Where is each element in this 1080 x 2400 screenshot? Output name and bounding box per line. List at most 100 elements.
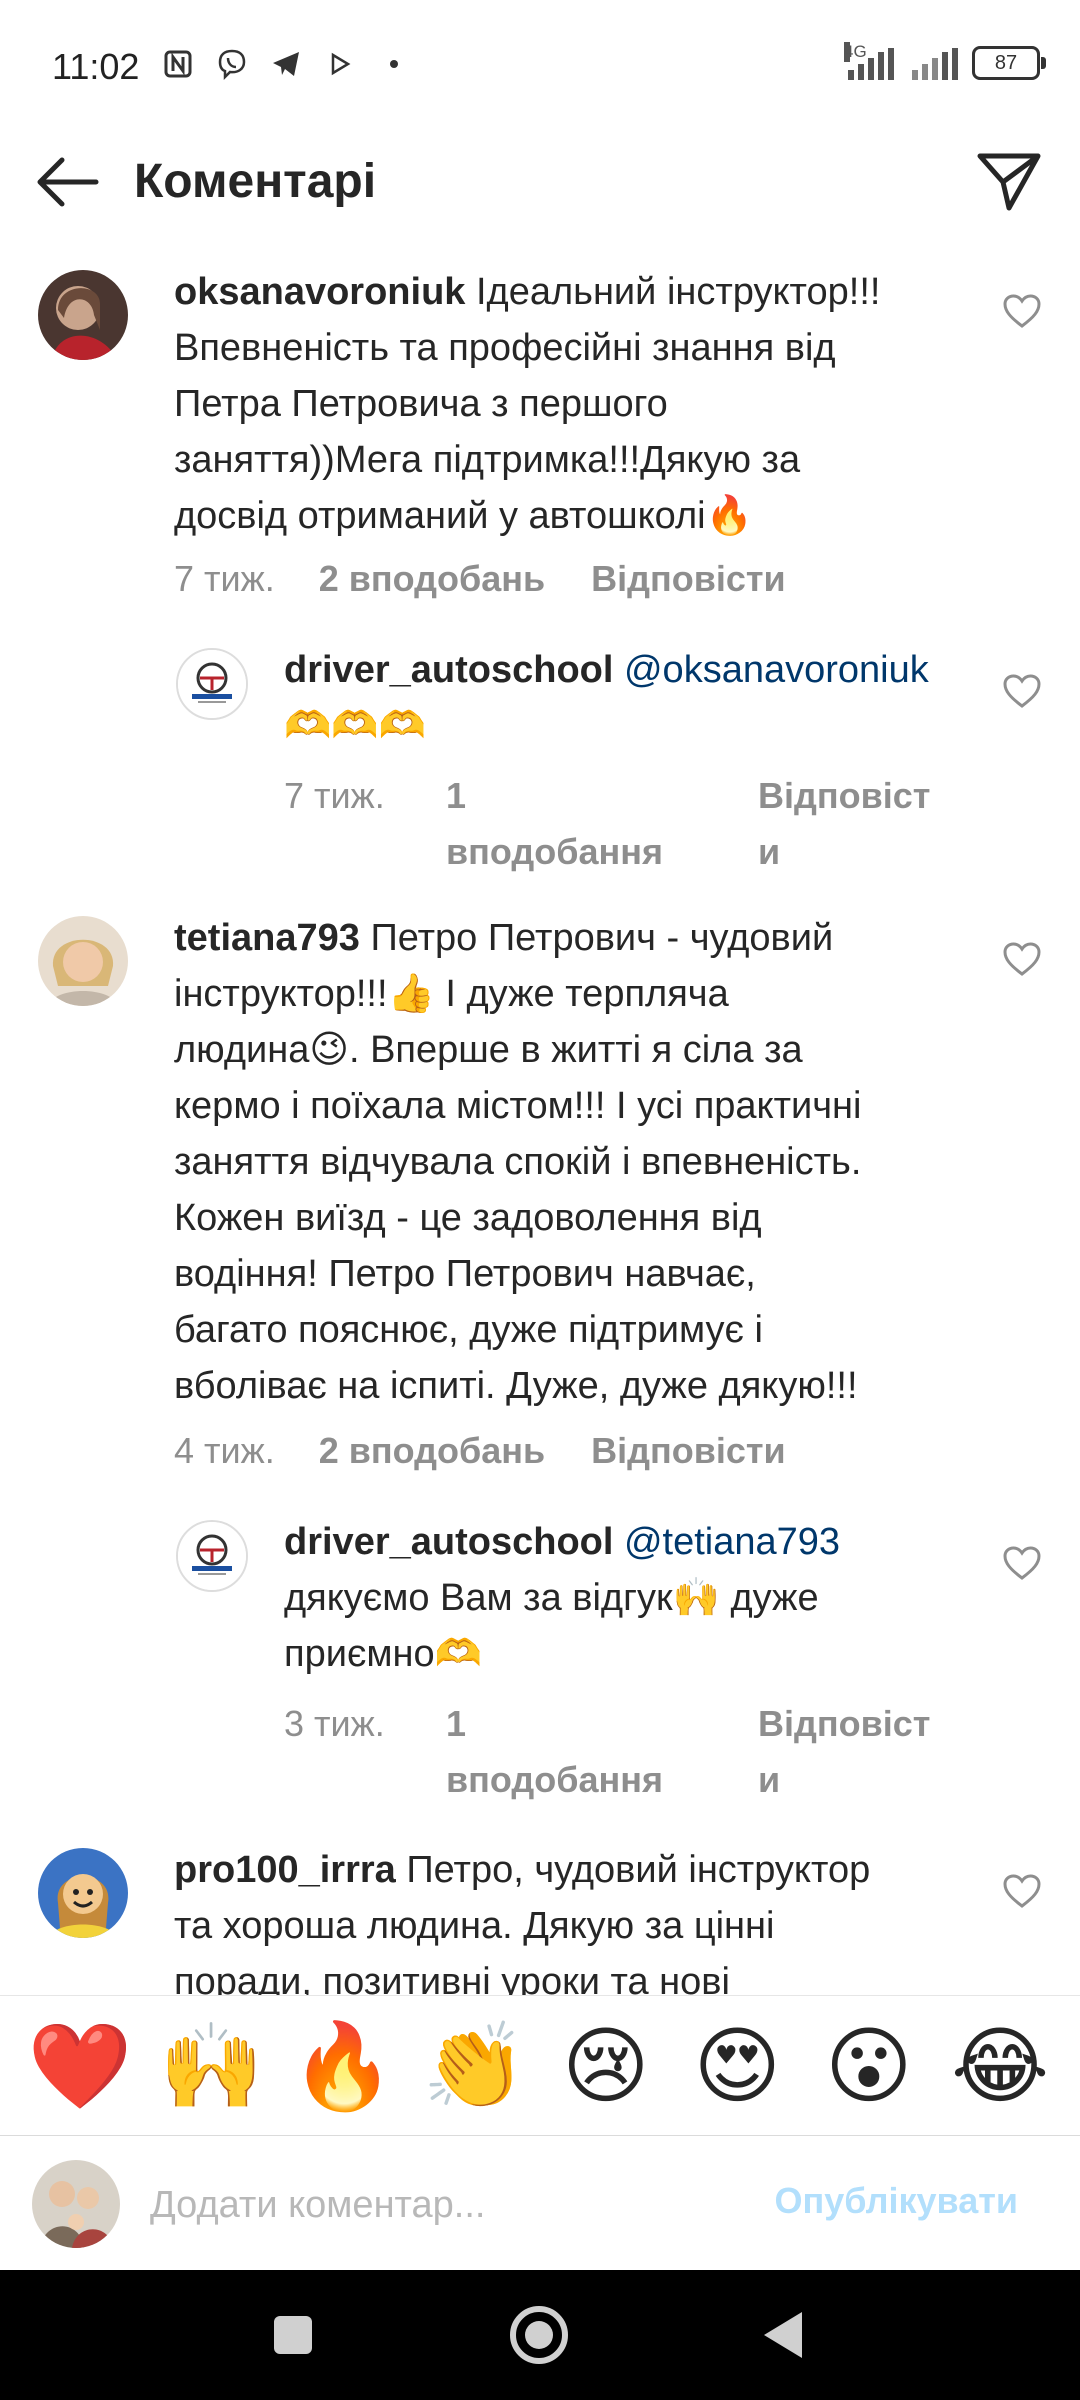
likes-count[interactable]: 1 вподобання [446,768,758,880]
avatar[interactable] [176,1520,248,1592]
comment-line: Кожен виїзд - це задоволення від [174,1197,762,1239]
comment-line: досвід отриманий у автошколі🔥 [174,495,753,537]
comment-time: 4 тиж. [174,1430,275,1471]
back-triangle-icon[interactable] [750,2300,820,2370]
comment-meta: 7 тиж. 1 вподобання Відповіст и [284,768,930,880]
reaction-surprised[interactable]: 😮 [814,2021,924,2111]
comment-line: та хороша людина. Дякую за цінні [174,1905,775,1947]
reaction-clap[interactable]: 👏 [419,2021,529,2111]
likes-count-number: 1 [446,775,467,816]
comment-text: tetiana793 Петро Петрович - чудовий інст… [174,910,974,1414]
comment-line: кермо і поїхала містом!!! І усі практичн… [174,1085,862,1127]
likes-count[interactable]: 1 вподобання [446,1696,758,1808]
system-indicators: 4G 87 [844,42,1046,80]
comment-username[interactable]: oksanavoroniuk [174,271,465,313]
reaction-crying[interactable]: 😢 [551,2021,661,2111]
comment-line: людина😉. Вперше в житті я сіла за [174,1029,803,1071]
comment-line: Ідеальний інструктор!!! [465,271,881,313]
comment-line: водіння! Петро Петрович навчає, [174,1253,756,1295]
comment-input[interactable] [148,2172,712,2238]
avatar[interactable] [176,648,248,720]
reply-label-part: Відповіст [758,775,931,816]
viber-icon [212,44,252,84]
comment-time: 7 тиж. [174,558,275,599]
comment-line: Петра Петровича з першого [174,383,668,425]
comment-line: інструктор!!!👍 І дуже терпляча [174,973,729,1015]
likes-count-label: вподобання [446,831,663,872]
comment-line: Петро, чудовий інструктор [395,1849,871,1891]
publish-button[interactable]: Опублікувати [775,2180,1018,2222]
comments-list[interactable]: oksanavoroniuk Ідеальний інструктор!!! В… [0,240,1080,1995]
status-bar: 11:02 4G 87 [0,0,1080,130]
network-type: 4G [844,42,867,62]
notification-icons [158,44,414,84]
battery-icon: 87 [972,46,1046,80]
reply-label-part: и [758,831,781,872]
reaction-raising-hands[interactable]: 🙌 [156,2021,266,2111]
comment-username[interactable]: tetiana793 [174,917,360,959]
avatar[interactable] [38,1848,128,1938]
signal-icon: 4G [844,42,894,80]
comment-username[interactable]: driver_autoschool [284,649,613,691]
likes-count[interactable]: 2 вподобань [319,1430,545,1472]
comment-text: driver_autoschool @oksanavoroniuk 🫶🫶🫶 [284,642,984,754]
comment-meta: 3 тиж. 1 вподобання Відповіст и [284,1696,930,1808]
signal-icon-2 [908,46,958,80]
reaction-heart-eyes[interactable]: 😍 [682,2021,792,2111]
comment-line: багато пояснює, дуже підтримує і [174,1309,763,1351]
play-icon [320,44,360,84]
quick-reactions-bar: ❤️ 🙌 🔥 👏 😢 😍 😮 😂 [0,1995,1080,2135]
comment-line: поради, позитивні уроки та нові [174,1961,730,1995]
reaction-laughing[interactable]: 😂 [945,2021,1055,2111]
direct-share-icon[interactable] [974,146,1044,216]
reaction-fire[interactable]: 🔥 [288,2021,398,2111]
telegram-icon [266,44,306,84]
like-heart-icon[interactable] [1002,1872,1042,1912]
mention-link[interactable]: @tetiana793 [613,1521,840,1563]
comment-line: заняття відчувала спокій і впевненість. [174,1141,862,1183]
back-arrow-icon[interactable] [32,152,102,212]
reply-label-part: и [758,1759,781,1800]
comment-line: Впевненість та професійні знання від [174,327,836,369]
likes-count-label: вподобання [446,1759,663,1800]
status-time: 11:02 [52,46,140,87]
comment-line: заняття))Мега підтримка!!!Дякую за [174,439,801,481]
avatar[interactable] [38,270,128,360]
comment-text: pro100_irrra Петро, чудовий інструктор т… [174,1842,974,1995]
comment-username[interactable]: driver_autoschool [284,1521,613,1563]
comment-meta: 4 тиж. 2 вподобань Відповісти [174,1430,786,1472]
avatar[interactable] [38,916,128,1006]
comment-line: вболіває на іспиті. Дуже, дуже дякую!!! [174,1365,858,1407]
like-heart-icon[interactable] [1002,672,1042,712]
comment-line: дякуємо Вам за відгук🙌 дуже [284,1577,819,1619]
like-heart-icon[interactable] [1002,1544,1042,1584]
reply-button[interactable]: Відповісти [591,558,786,600]
comment-line: 🫶🫶🫶 [284,705,426,747]
comment-text: driver_autoschool @tetiana793 дякуємо Ва… [284,1514,984,1682]
like-heart-icon[interactable] [1002,292,1042,332]
dot-icon [374,44,414,84]
reply-button[interactable]: Відповіст и [758,768,930,880]
likes-count-number: 1 [446,1703,467,1744]
comment-line: приємно🫶 [284,1633,482,1675]
current-user-avatar [32,2160,120,2248]
battery-level: 87 [994,51,1018,74]
home-icon[interactable] [504,2300,574,2370]
reply-button[interactable]: Відповіст и [758,1696,930,1808]
reply-button[interactable]: Відповісти [591,1430,786,1472]
nfc-icon [158,44,198,84]
recent-apps-icon[interactable] [258,2300,328,2370]
likes-count[interactable]: 2 вподобань [319,558,545,600]
system-nav-bar [0,2270,1080,2400]
header: Коментарі [0,130,1080,240]
page-title: Коментарі [134,155,377,208]
comment-meta: 7 тиж. 2 вподобань Відповісти [174,558,786,600]
comment-time: 7 тиж. [284,775,385,816]
comment-line: Петро Петрович - чудовий [359,917,834,959]
reaction-heart[interactable]: ❤️ [25,2021,135,2111]
reply-label-part: Відповіст [758,1703,931,1744]
mention-link[interactable]: @oksanavoroniuk [613,649,929,691]
comment-username[interactable]: pro100_irrra [174,1849,396,1891]
like-heart-icon[interactable] [1002,940,1042,980]
comment-input-bar: Опублікувати [0,2135,1080,2271]
